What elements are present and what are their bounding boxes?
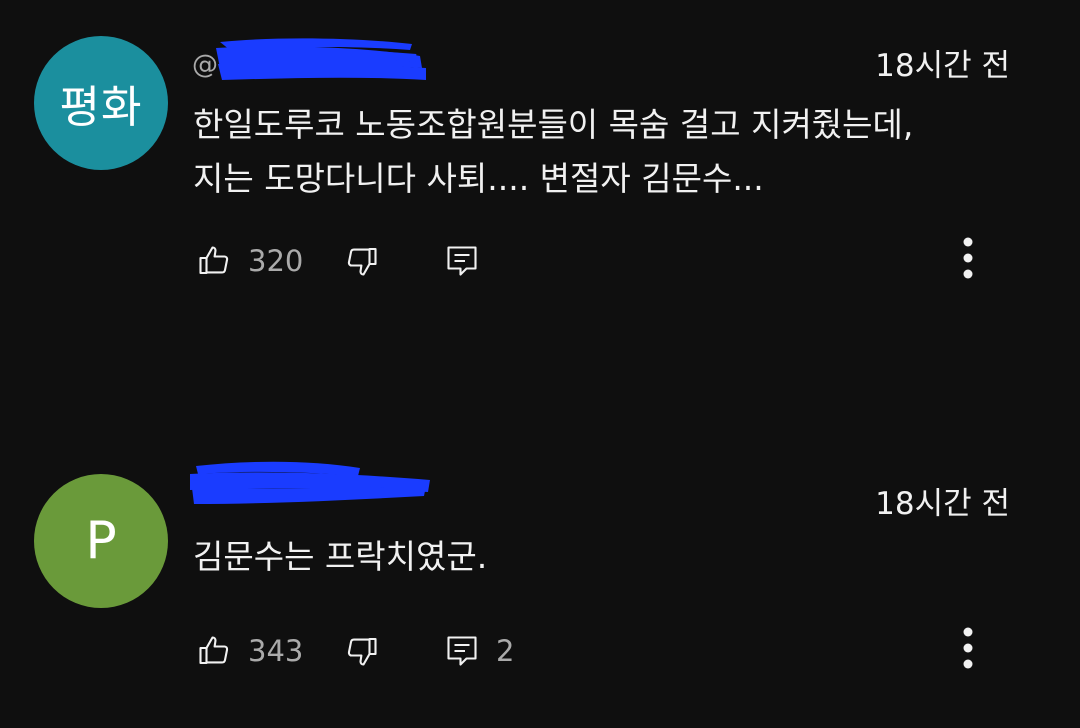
comment-timestamp: 18시간 전 xyxy=(875,48,1010,84)
more-vertical-icon[interactable] xyxy=(958,624,978,676)
thumbs-down-icon xyxy=(347,247,377,276)
comment-icon xyxy=(447,636,477,666)
reply-button[interactable]: 2 xyxy=(444,626,514,676)
comment-actions: 320 xyxy=(196,236,996,286)
like-button[interactable]: 343 xyxy=(196,626,303,676)
like-count: 320 xyxy=(248,244,304,278)
dislike-button[interactable] xyxy=(344,236,380,286)
comment-icon xyxy=(447,246,477,276)
like-button[interactable]: 320 xyxy=(196,236,303,286)
reply-count: 2 xyxy=(496,634,515,668)
author-handle[interactable] xyxy=(190,458,430,508)
comment-timestamp: 18시간 전 xyxy=(875,486,1010,522)
more-vertical-icon[interactable] xyxy=(958,234,978,286)
redaction-mark xyxy=(216,38,426,80)
thumbs-down-icon xyxy=(347,637,377,666)
avatar[interactable]: 평화 xyxy=(34,36,168,170)
reply-button[interactable] xyxy=(444,236,496,286)
comment-text: 김문수는 프락치였군. xyxy=(193,537,488,576)
avatar-text: 평화 xyxy=(59,82,143,133)
avatar[interactable]: P xyxy=(34,474,168,608)
comments-list: 평화 @ 18시간 전 한일도루코 노동조합원분들이 목숨 걸고 지켜줬는데, … xyxy=(0,0,1080,728)
comment-text: 한일도루코 노동조합원분들이 목숨 걸고 지켜줬는데, 지는 도망다니다 사퇴.… xyxy=(193,105,914,198)
thumbs-up-icon xyxy=(199,636,229,665)
comment-actions: 343 2 xyxy=(196,626,996,676)
dislike-button[interactable] xyxy=(344,626,380,676)
redaction-mark xyxy=(190,461,430,504)
thumbs-up-icon xyxy=(199,246,229,275)
like-count: 343 xyxy=(248,634,304,668)
avatar-text: P xyxy=(85,511,117,571)
author-handle[interactable]: @ xyxy=(190,34,430,84)
